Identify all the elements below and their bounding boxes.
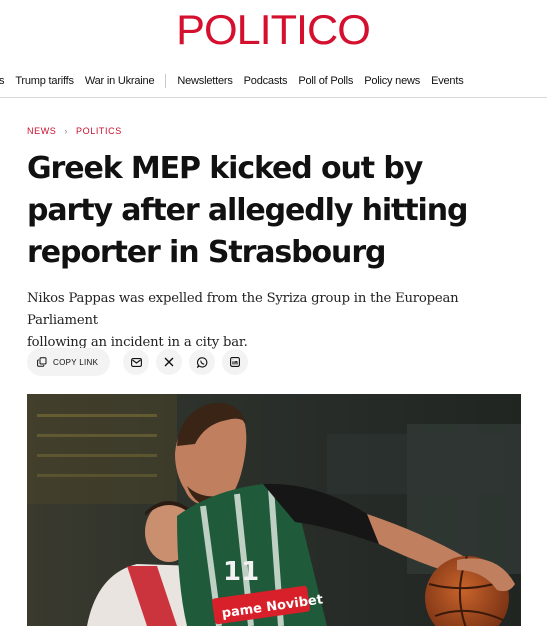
nav-link-podcasts[interactable]: Podcasts	[244, 75, 288, 87]
headline-line: Greek MEP kicked out by	[27, 151, 423, 186]
nav-divider	[165, 73, 167, 88]
share-bar: COPY LINK	[27, 348, 249, 376]
share-linkedin-button[interactable]	[222, 349, 249, 375]
headline-line: reporter in Strasbourg	[27, 235, 386, 270]
headline-line: party after allegedly hitting	[27, 193, 468, 228]
copy-link-label: COPY LINK	[53, 357, 99, 367]
share-x-button[interactable]	[156, 349, 183, 375]
share-email-button[interactable]	[123, 349, 150, 375]
breadcrumb: NEWS › POLITICS	[27, 126, 122, 136]
copy-icon	[37, 357, 47, 367]
article-dek: Nikos Pappas was expelled from the Syriz…	[27, 288, 527, 354]
x-icon	[164, 357, 174, 367]
dek-line: Nikos Pappas was expelled from the Syriz…	[27, 291, 459, 328]
jersey-number: 11	[223, 557, 259, 587]
breadcrumb-news[interactable]: NEWS	[27, 126, 56, 136]
topic-nav: s Trump tariffs War in Ukraine Newslette…	[0, 64, 547, 98]
article-headline: Greek MEP kicked out by party after alle…	[27, 148, 527, 274]
trending-topics: s Trump tariffs War in Ukraine	[0, 75, 165, 87]
basketball-player-image: 11 pame Novibet	[27, 394, 521, 626]
copy-link-button[interactable]: COPY LINK	[27, 348, 111, 376]
email-icon	[130, 357, 142, 367]
linkedin-icon	[230, 357, 241, 367]
hero-photo: 11 pame Novibet	[27, 394, 521, 626]
politico-logo[interactable]: POLITICO	[177, 9, 372, 51]
nav-topic-partial[interactable]: s	[0, 75, 5, 87]
nav-link-policy-news[interactable]: Policy news	[364, 75, 420, 87]
nav-link-events[interactable]: Events	[431, 75, 464, 87]
whatsapp-icon	[196, 356, 208, 368]
chevron-right-icon: ›	[64, 126, 69, 136]
nav-link-poll-of-polls[interactable]: Poll of Polls	[298, 75, 353, 87]
section-links: Newsletters Podcasts Poll of Polls Polic…	[177, 75, 474, 87]
masthead: POLITICO	[0, 0, 547, 58]
breadcrumb-politics[interactable]: POLITICS	[76, 126, 122, 136]
nav-link-newsletters[interactable]: Newsletters	[177, 75, 232, 87]
share-whatsapp-button[interactable]	[189, 349, 216, 375]
nav-topic-trump-tariffs[interactable]: Trump tariffs	[15, 75, 74, 87]
nav-topic-war-in-ukraine[interactable]: War in Ukraine	[85, 75, 155, 87]
